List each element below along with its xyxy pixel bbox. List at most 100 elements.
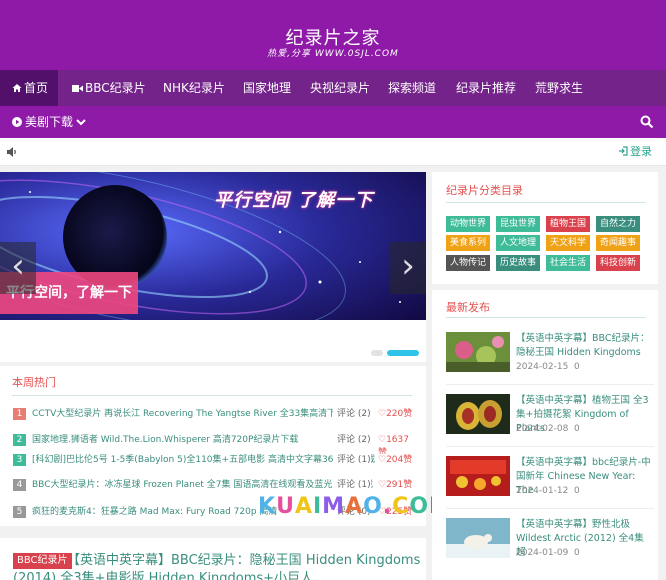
site-logo-subtitle: 热爱,分享 WWW.0SJL.COM <box>267 49 399 59</box>
rank-badge: 1 <box>13 408 26 420</box>
hot-item-comments: 评论 (2) <box>333 434 371 447</box>
likes-count: 291赞 <box>386 480 413 490</box>
slider-dot[interactable] <box>371 350 383 356</box>
sub-nav: 美剧下载 <box>0 106 666 138</box>
latest-divider <box>446 317 646 318</box>
nav-item-survival[interactable]: 荒野求生 <box>535 70 583 106</box>
category-tag[interactable]: 自然之力 <box>596 216 640 232</box>
latest-item-meta: 2024-01-12 0 <box>516 486 580 496</box>
category-box: 纪录片分类目录 动物世界 昆虫世界 植物王国 自然之力 美食系列 人文地理 天文… <box>432 172 658 284</box>
sign-in-icon <box>619 146 628 156</box>
category-tag[interactable]: 奇闻趣事 <box>596 235 640 251</box>
hot-item-comments: 评论 (2) <box>333 408 371 421</box>
nav-item-label: 首页 <box>24 81 49 95</box>
login-link[interactable]: 登录 <box>618 138 652 166</box>
search-icon[interactable] <box>640 115 654 129</box>
post-title[interactable]: 【英语中英字幕】BBC纪录片：隐秘王国 Hidden Kingdoms (201… <box>13 552 423 580</box>
chevron-down-icon <box>76 119 86 126</box>
slide-banner-text: 平行空间 了解一下 <box>214 190 374 211</box>
category-tag[interactable]: 科技创新 <box>596 255 640 271</box>
heart-icon: ♡ <box>378 455 387 465</box>
category-tag[interactable]: 植物王国 <box>546 216 590 232</box>
heart-icon: ♡ <box>378 435 387 445</box>
latest-item-count: 0 <box>574 424 580 434</box>
hot-item-likes: ♡220赞 <box>378 408 413 421</box>
slide-image[interactable]: 平行空间 了解一下 平行空间，了解一下 <box>0 172 426 320</box>
speaker-icon <box>7 147 16 157</box>
heart-icon: ♡ <box>378 480 387 490</box>
slider-prev-button[interactable]: ‹ <box>0 242 36 294</box>
slider-next-button[interactable]: › <box>390 242 426 294</box>
slider-dot-active[interactable] <box>387 350 419 356</box>
category-title: 纪录片分类目录 <box>446 184 523 197</box>
latest-title: 最新发布 <box>446 301 490 314</box>
nav-item-label: BBC纪录片 <box>85 81 146 95</box>
likes-count: 220赞 <box>386 409 413 419</box>
latest-thumbnail[interactable] <box>446 518 510 558</box>
latest-item-meta: 2024-02-15 0 <box>516 362 580 372</box>
latest-item-count: 0 <box>574 548 580 558</box>
chevron-left-icon: ‹ <box>11 246 25 286</box>
sub-nav-label: 美剧下载 <box>25 115 74 129</box>
latest-item-meta: 2024-01-09 0 <box>516 548 580 558</box>
sub-nav-item-us-drama[interactable]: 美剧下载 <box>12 106 86 138</box>
notice-bar: 登录 <box>0 138 666 166</box>
category-tag[interactable]: 美食系列 <box>446 235 490 251</box>
latest-item-count: 0 <box>574 486 580 496</box>
nav-item-recommend[interactable]: 纪录片推荐 <box>456 70 516 106</box>
nav-item-bbc[interactable]: BBC纪录片 <box>72 70 146 106</box>
home-icon <box>12 84 22 92</box>
category-tag[interactable]: 社会生活 <box>546 255 590 271</box>
site-header: 纪录片之家 热爱,分享 WWW.0SJL.COM <box>0 0 666 70</box>
featured-slider: 平行空间 了解一下 平行空间，了解一下 ‹ › <box>0 172 426 362</box>
main-nav: 首页 BBC纪录片 NHK纪录片 国家地理 央视纪录片 探索频道 纪录片推荐 荒… <box>0 70 666 106</box>
category-tag[interactable]: 昆虫世界 <box>496 216 540 232</box>
category-tag[interactable]: 人文地理 <box>496 235 540 251</box>
latest-item-date: 2024-02-15 <box>516 362 569 372</box>
watermark-text: KUAIMAO.COM <box>258 494 451 519</box>
likes-count: 204赞 <box>386 455 413 465</box>
rank-badge: 5 <box>13 506 26 518</box>
hot-title: 本周热门 <box>12 376 56 389</box>
category-tag[interactable]: 历史故事 <box>496 255 540 271</box>
rank-badge: 4 <box>13 479 26 491</box>
post-card: 【英语中英字幕】BBC纪录片：隐秘王国 Hidden Kingdoms (201… <box>0 538 426 580</box>
latest-thumbnail[interactable] <box>446 456 510 496</box>
latest-item-title[interactable]: 【英语中英字幕】BBC纪录片：隐秘王国 Hidden Kingdoms <box>516 332 656 360</box>
latest-separator <box>446 446 654 447</box>
latest-thumbnail[interactable] <box>446 394 510 434</box>
post-category-badge[interactable]: BBC纪录片 <box>13 553 72 569</box>
watermark: KUAIMAO.COM <box>258 494 452 519</box>
hot-item-likes: ♡204赞 <box>378 454 413 467</box>
category-tag[interactable]: 人物传记 <box>446 255 490 271</box>
latest-item[interactable]: 【英语中英字幕】植物王国 全3集+拍摄花絮 Kingdom of Plants … <box>446 394 654 452</box>
latest-box: 最新发布 【英语中英字幕】BBC纪录片：隐秘王国 Hidden Kingdoms… <box>432 290 658 580</box>
category-tag[interactable]: 天文科学 <box>546 235 590 251</box>
latest-item-date: 2024-01-09 <box>516 548 569 558</box>
nav-item-discovery[interactable]: 探索频道 <box>388 70 436 106</box>
hot-item-likes: ♡291赞 <box>378 479 413 492</box>
nav-item-nhk[interactable]: NHK纪录片 <box>163 70 225 106</box>
latest-item[interactable]: 【英语中英字幕】bbc纪录片-中国新年 Chinese New Year: Th… <box>446 456 654 514</box>
latest-item[interactable]: 【英语中英字幕】野性北极 Wildest Arctic (2012) 全4集 超… <box>446 518 654 576</box>
nav-item-natgeo[interactable]: 国家地理 <box>243 70 291 106</box>
latest-item-meta: 2024-02-08 0 <box>516 424 580 434</box>
chevron-right-icon: › <box>401 246 415 286</box>
latest-item-date: 2024-02-08 <box>516 424 569 434</box>
hot-divider <box>12 395 412 396</box>
hot-item-comments: 评论 (1) <box>333 479 371 492</box>
category-tag[interactable]: 动物世界 <box>446 216 490 232</box>
category-divider <box>446 202 646 203</box>
nav-item-cctv[interactable]: 央视纪录片 <box>310 70 370 106</box>
latest-item-date: 2024-01-12 <box>516 486 569 496</box>
heart-icon: ♡ <box>378 409 387 419</box>
login-label: 登录 <box>630 145 652 158</box>
nav-item-home[interactable]: 首页 <box>0 70 58 106</box>
latest-separator <box>446 384 654 385</box>
rank-badge: 2 <box>13 434 26 446</box>
play-circle-icon <box>12 117 22 127</box>
latest-item-count: 0 <box>574 362 580 372</box>
rank-badge: 3 <box>13 454 26 466</box>
latest-item[interactable]: 【英语中英字幕】BBC纪录片：隐秘王国 Hidden Kingdoms 2024… <box>446 332 654 390</box>
latest-thumbnail[interactable] <box>446 332 510 372</box>
